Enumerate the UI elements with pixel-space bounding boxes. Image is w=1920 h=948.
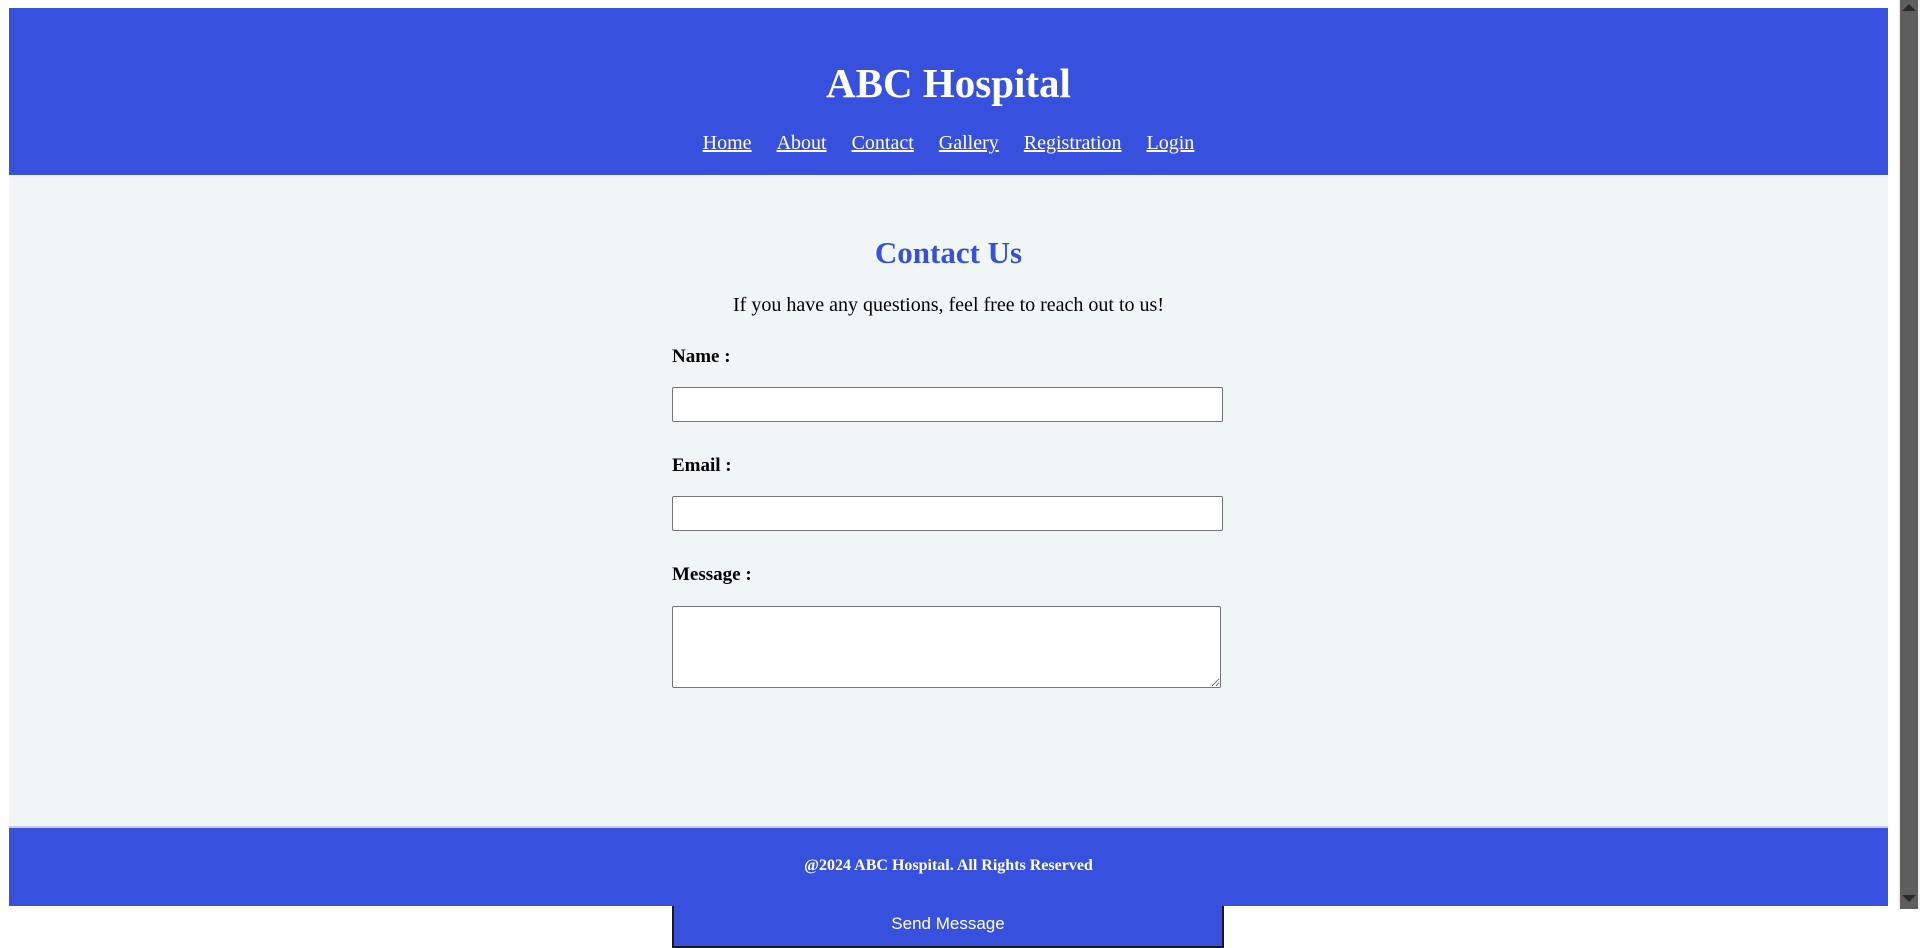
- email-label: Email :: [672, 455, 732, 476]
- nav-link-gallery[interactable]: Gallery: [939, 132, 999, 154]
- copyright-text: @2024 ABC Hospital. All Rights Reserved: [804, 857, 1093, 874]
- site-header: ABC Hospital Home About Contact Gallery …: [9, 8, 1888, 175]
- nav-link-login[interactable]: Login: [1147, 132, 1195, 154]
- main-nav: Home About Contact Gallery Registration …: [9, 131, 1888, 155]
- main-content: Contact Us If you have any questions, fe…: [9, 175, 1888, 948]
- intro-text: If you have any questions, feel free to …: [733, 294, 1164, 316]
- site-title: ABC Hospital: [826, 60, 1071, 106]
- page-title: Contact Us: [874, 235, 1023, 270]
- site-footer: @2024 ABC Hospital. All Rights Reserved: [9, 828, 1888, 906]
- page: ABC Hospital Home About Contact Gallery …: [9, 8, 1888, 948]
- nav-link-registration[interactable]: Registration: [1024, 132, 1122, 154]
- name-label: Name :: [672, 346, 731, 367]
- send-message-button[interactable]: Send Message: [672, 900, 1224, 948]
- message-label: Message :: [672, 564, 752, 585]
- nav-link-contact[interactable]: Contact: [852, 132, 914, 154]
- nav-link-about[interactable]: About: [777, 132, 827, 154]
- nav-link-home[interactable]: Home: [703, 132, 752, 154]
- vertical-scrollbar[interactable]: [1898, 0, 1920, 909]
- name-field[interactable]: [672, 387, 1223, 422]
- chevron-up-icon[interactable]: [1902, 4, 1916, 11]
- email-field[interactable]: [672, 496, 1223, 531]
- chevron-down-icon[interactable]: [1902, 895, 1916, 902]
- message-field[interactable]: [672, 606, 1221, 688]
- scrollbar-thumb[interactable]: [1900, 0, 1918, 909]
